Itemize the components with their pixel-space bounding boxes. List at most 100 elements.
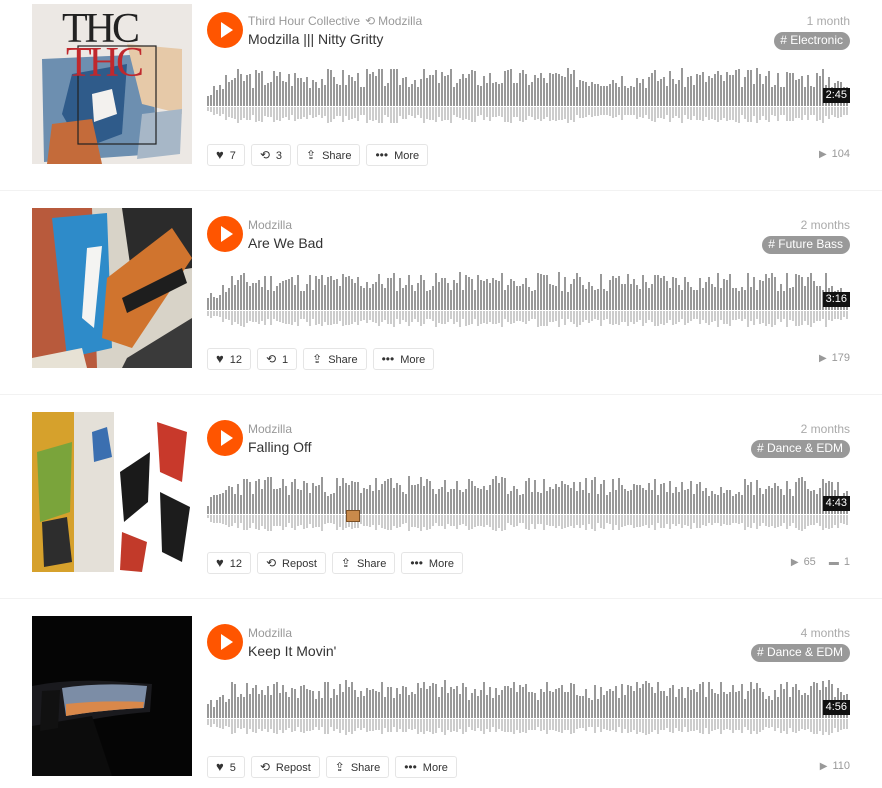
play-button[interactable] — [207, 216, 243, 252]
waveform-bar — [369, 74, 371, 106]
waveform-reflection-bar — [675, 515, 677, 526]
waveform-bar — [351, 279, 353, 310]
waveform-bar — [786, 273, 788, 310]
more-button[interactable]: ••• More — [395, 756, 457, 778]
waveform[interactable] — [207, 58, 851, 130]
waveform-reflection-bar — [225, 107, 227, 120]
track-artwork[interactable] — [32, 208, 192, 368]
waveform-reflection-bar — [516, 719, 518, 730]
like-button[interactable]: ♥ 12 — [207, 552, 251, 574]
waveform-reflection-bar — [228, 107, 230, 117]
repost-button[interactable]: ⟲ Repost — [256, 552, 326, 574]
comment-count[interactable]: ▬ 1 — [829, 556, 850, 568]
waveform-bar — [618, 276, 620, 310]
waveform-reflection-bar — [552, 515, 554, 526]
waveform-bar — [321, 698, 323, 718]
waveform-reflection-bar — [783, 719, 785, 731]
waveform-reflection-bar — [321, 719, 323, 727]
play-button[interactable] — [207, 624, 243, 660]
uploader-name[interactable]: Modzilla — [248, 422, 292, 436]
repost-button[interactable]: ⟲ 1 — [256, 348, 298, 370]
waveform-bar — [231, 276, 233, 310]
waveform-reflection-bar — [765, 107, 767, 120]
waveform-bar — [225, 702, 227, 718]
waveform-reflection-bar — [330, 719, 332, 727]
waveform-reflection-bar — [702, 515, 704, 525]
waveform-bar — [675, 697, 677, 718]
genre-tag[interactable]: # Electronic — [774, 32, 850, 50]
like-button[interactable]: ♥ 5 — [207, 756, 245, 778]
waveform-bar — [246, 282, 248, 310]
waveform-bar — [393, 69, 395, 106]
waveform-bar — [516, 286, 518, 310]
comment-avatar[interactable] — [346, 510, 360, 522]
repost-button[interactable]: ⟲ 3 — [250, 144, 292, 166]
waveform-reflection-bar — [789, 719, 791, 728]
waveform-reflection-bar — [705, 515, 707, 526]
waveform-bar — [618, 87, 620, 106]
waveform-reflection-bar — [738, 107, 740, 123]
waveform-bar — [699, 278, 701, 310]
more-button[interactable]: ••• More — [372, 348, 435, 370]
waveform-reflection-bar — [480, 719, 482, 731]
waveform-bar — [708, 682, 710, 718]
waveform-bar — [342, 478, 344, 514]
waveform-bar — [357, 697, 359, 718]
like-button[interactable]: ♥ 12 — [207, 348, 251, 370]
uploader-name[interactable]: Modzilla — [248, 218, 292, 232]
repost-button[interactable]: ⟲ Repost — [250, 756, 320, 778]
waveform-reflection-bar — [543, 107, 545, 119]
waveform-bar — [723, 81, 725, 106]
track-title[interactable]: Modzilla ||| Nitty Gritty — [248, 31, 383, 47]
waveform-reflection-bar — [834, 311, 836, 319]
waveform-bar — [630, 490, 632, 514]
waveform[interactable] — [207, 670, 851, 742]
waveform-reflection-bar — [705, 719, 707, 728]
waveform-reflection-bar — [684, 311, 686, 325]
waveform-reflection-bar — [246, 107, 248, 120]
track-title[interactable]: Keep It Movin' — [248, 643, 336, 659]
waveform-bar — [615, 686, 617, 718]
more-button[interactable]: ••• More — [401, 552, 463, 574]
like-button[interactable]: ♥ 7 — [207, 144, 245, 166]
track-title[interactable]: Falling Off — [248, 439, 312, 455]
track-artwork[interactable]: THC THC — [32, 4, 192, 164]
track-artwork[interactable] — [32, 616, 192, 776]
share-button[interactable]: ⇪ Share — [297, 144, 361, 166]
share-button[interactable]: ⇪ Share — [303, 348, 367, 370]
waveform-reflection-bar — [648, 719, 650, 734]
waveform-reflection-bar — [777, 515, 779, 527]
track-title[interactable]: Are We Bad — [248, 235, 323, 251]
genre-tag[interactable]: # Future Bass — [762, 236, 850, 254]
genre-tag[interactable]: # Dance & EDM — [750, 644, 850, 662]
waveform[interactable] — [207, 466, 851, 538]
waveform-reflection-bar — [243, 311, 245, 327]
waveform-reflection-bar — [822, 719, 824, 735]
play-button[interactable] — [207, 420, 243, 456]
waveform-reflection-bar — [474, 515, 476, 527]
waveform-reflection-bar — [555, 515, 557, 528]
waveform-reflection-bar — [771, 107, 773, 115]
reposter-name[interactable]: Modzilla — [378, 14, 422, 28]
waveform-reflection-bar — [240, 719, 242, 729]
share-button[interactable]: ⇪ Share — [325, 756, 390, 778]
more-button[interactable]: ••• More — [366, 144, 429, 166]
track-user-line: Modzilla — [248, 422, 292, 436]
track-artwork[interactable] — [32, 412, 192, 572]
waveform-bar — [555, 484, 557, 514]
waveform-reflection-bar — [624, 107, 626, 115]
waveform-reflection-bar — [516, 311, 518, 321]
waveform-bar — [234, 78, 236, 106]
waveform-reflection-bar — [711, 311, 713, 322]
share-button[interactable]: ⇪ Share — [331, 552, 396, 574]
waveform-bar — [597, 494, 599, 514]
waveform-bar — [264, 695, 266, 718]
genre-tag[interactable]: # Dance & EDM — [750, 440, 850, 458]
play-button[interactable] — [207, 12, 243, 48]
waveform-reflection-bar — [837, 107, 839, 118]
uploader-name[interactable]: Third Hour Collective — [248, 14, 360, 28]
waveform-reflection-bar — [696, 107, 698, 120]
uploader-name[interactable]: Modzilla — [248, 626, 292, 640]
waveform-bar — [780, 284, 782, 310]
waveform[interactable] — [207, 262, 851, 334]
